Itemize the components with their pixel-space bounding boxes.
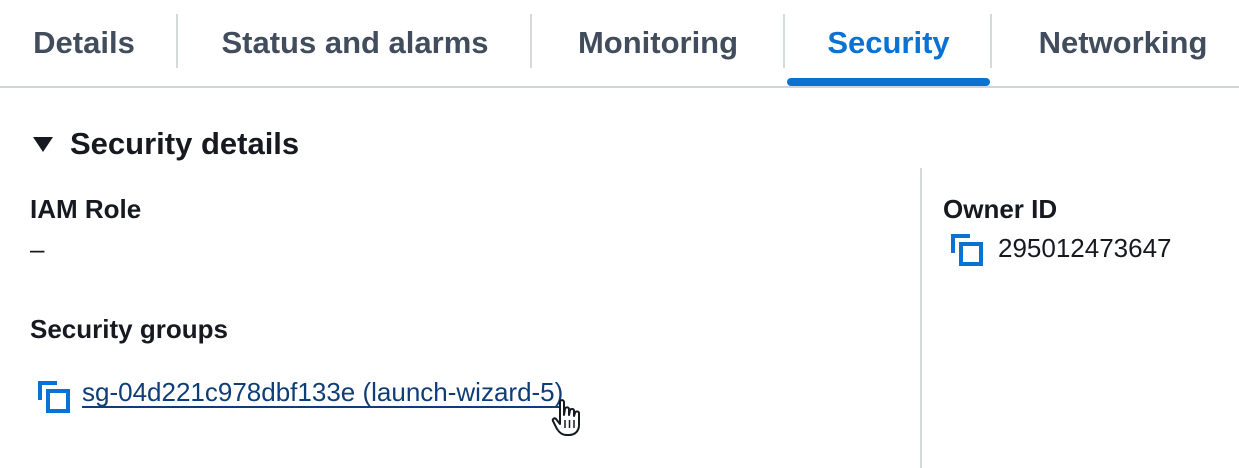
tab-details[interactable]: Details bbox=[12, 0, 156, 86]
tab-monitoring[interactable]: Monitoring bbox=[550, 0, 766, 86]
iam-role-label: IAM Role bbox=[30, 194, 142, 224]
tab-status-and-alarms[interactable]: Status and alarms bbox=[196, 0, 514, 86]
tab-networking[interactable]: Networking bbox=[1012, 0, 1234, 86]
copy-icon[interactable] bbox=[36, 379, 70, 413]
pointer-hand-icon bbox=[551, 399, 580, 436]
column-divider bbox=[920, 168, 922, 468]
active-tab-indicator bbox=[787, 78, 990, 86]
section-title: Security details bbox=[70, 126, 300, 161]
tab-separator bbox=[990, 14, 992, 68]
iam-role-value: – bbox=[30, 234, 45, 264]
owner-id-value: 295012473647 bbox=[998, 233, 1172, 263]
security-group-link[interactable]: sg-04d221c978dbf133e (launch-wizard-5) bbox=[82, 377, 563, 408]
owner-id-label: Owner ID bbox=[943, 194, 1058, 224]
tab-separator bbox=[176, 14, 178, 68]
security-details-toggle[interactable]: Security details bbox=[30, 124, 299, 164]
copy-icon[interactable] bbox=[949, 232, 983, 266]
tab-security[interactable]: Security bbox=[787, 0, 990, 86]
tab-bar: Details Status and alarms Monitoring Sec… bbox=[0, 0, 1239, 88]
tab-separator bbox=[530, 14, 532, 68]
security-groups-label: Security groups bbox=[30, 314, 228, 344]
caret-down-icon bbox=[33, 136, 53, 152]
tab-separator bbox=[783, 14, 785, 68]
